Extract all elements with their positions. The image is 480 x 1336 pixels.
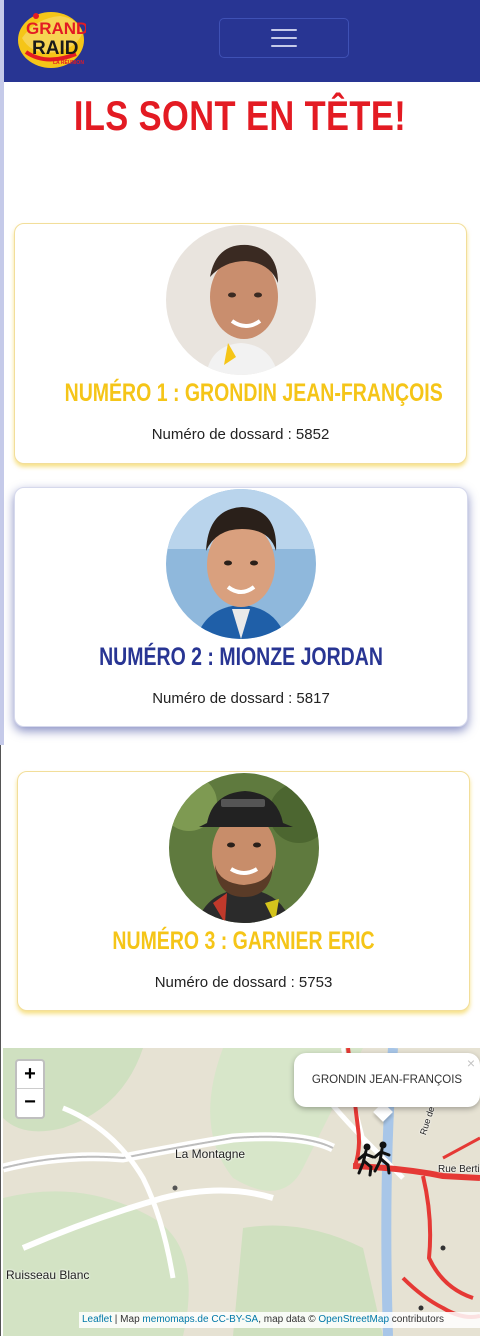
- svg-text:GRAND: GRAND: [26, 19, 86, 38]
- page-left-edge-lower: [0, 745, 1, 1336]
- grand-raid-logo[interactable]: GRAND RAID LA RÉUNION: [16, 8, 88, 70]
- bib-number-1: Numéro de dossard : 5852: [151, 426, 330, 443]
- license-link[interactable]: CC-BY-SA: [211, 1314, 258, 1325]
- navbar-toggle-button[interactable]: [219, 18, 349, 58]
- svg-text:RAID: RAID: [32, 38, 78, 59]
- map-label-rue-bertin: Rue Bertin: [438, 1164, 480, 1175]
- bib-number-3: Numéro de dossard : 5753: [154, 974, 333, 991]
- leader-card-2: NUMÉRO 2 : MIONZE JORDAN Numéro de dossa…: [14, 487, 468, 727]
- osm-link[interactable]: OpenStreetMap: [318, 1314, 389, 1325]
- map-label-la-montagne: La Montagne: [175, 1147, 246, 1161]
- zoom-out-button[interactable]: −: [17, 1089, 43, 1117]
- runner-photo-3: [168, 773, 319, 923]
- leaflet-link[interactable]: Leaflet: [82, 1314, 112, 1325]
- map-attribution: Leaflet | Map memomaps.de CC-BY-SA, map …: [79, 1312, 480, 1328]
- popup-close-icon[interactable]: ×: [467, 1055, 475, 1071]
- hamburger-icon-bar: [271, 45, 297, 47]
- leader-name-3: NUMÉRO 3 : GARNIER ERIC: [112, 927, 375, 955]
- hamburger-icon-bar: [271, 37, 297, 39]
- runner-photo-2: [166, 489, 316, 639]
- leader-name-2: NUMÉRO 2 : MIONZE JORDAN: [99, 643, 383, 671]
- attribution-text: contributors: [389, 1314, 445, 1325]
- leader-card-3: NUMÉRO 3 : GARNIER ERIC Numéro de dossar…: [17, 771, 470, 1011]
- memomaps-link[interactable]: memomaps.de: [142, 1314, 208, 1325]
- runner-photo-1: [165, 225, 316, 375]
- hamburger-icon-bar: [271, 29, 297, 31]
- bib-number-2: Numéro de dossard : 5817: [152, 690, 330, 707]
- attribution-text: , map data ©: [258, 1314, 319, 1325]
- map-label-ruisseau-blanc: Ruisseau Blanc: [6, 1268, 90, 1282]
- map-zoom-control: + −: [15, 1059, 45, 1119]
- attribution-text: | Map: [112, 1314, 143, 1325]
- map-popup: GRONDIN JEAN-FRANÇOIS ×: [294, 1053, 480, 1107]
- map-popup-text: GRONDIN JEAN-FRANÇOIS: [311, 1074, 463, 1086]
- zoom-in-button[interactable]: +: [17, 1061, 43, 1089]
- leader-name-1: NUMÉRO 1 : GRONDIN JEAN-FRANÇOIS: [64, 379, 443, 407]
- svg-text:LA RÉUNION: LA RÉUNION: [53, 58, 84, 66]
- page-left-edge: [0, 0, 4, 745]
- page-title: ILS SONT EN TÊTE!: [73, 92, 407, 139]
- leader-card-1: NUMÉRO 1 : GRONDIN JEAN-FRANÇOIS Numéro …: [14, 223, 467, 464]
